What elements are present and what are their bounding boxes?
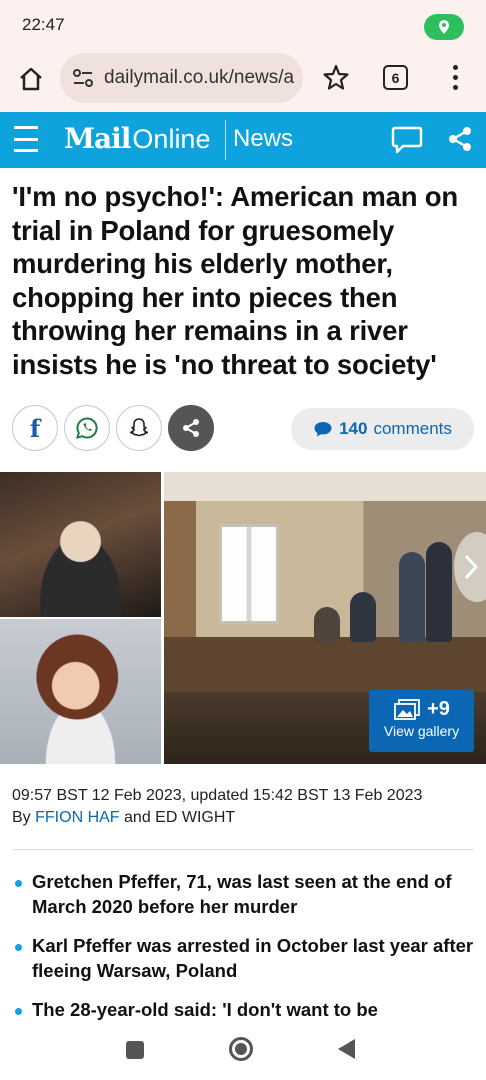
share-icon[interactable] — [447, 125, 473, 153]
author-2: ED WIGHT — [155, 809, 236, 826]
gallery-label: View gallery — [383, 723, 460, 739]
tabs-icon[interactable]: 6 — [383, 65, 408, 90]
courtroom-person — [314, 607, 340, 642]
home-button[interactable] — [229, 1037, 253, 1061]
tune-icon[interactable] — [70, 65, 96, 91]
photo-gallery[interactable]: +9 View gallery — [0, 472, 486, 764]
summary-bullet: The 28-year-old said: 'I don't want to b… — [12, 998, 474, 1023]
courtroom-person — [426, 542, 452, 642]
section-name[interactable]: News — [233, 125, 293, 153]
header-divider — [225, 120, 226, 160]
location-icon — [424, 14, 464, 40]
recents-button[interactable] — [126, 1041, 144, 1059]
article-authors: By FFION HAF and ED WIGHT — [12, 807, 478, 829]
author-link-1[interactable]: FFION HAF — [35, 809, 119, 826]
comments-label: comments — [373, 419, 452, 438]
view-gallery-button[interactable]: +9 View gallery — [369, 690, 474, 752]
article-summary: Gretchen Pfeffer, 71, was last seen at t… — [12, 870, 474, 1038]
by-label: By — [12, 809, 31, 826]
summary-bullet: Karl Pfeffer was arrested in October las… — [12, 934, 474, 983]
article-timestamp: 09:57 BST 12 Feb 2023, updated 15:42 BST… — [12, 787, 423, 804]
snapchat-icon — [129, 418, 149, 437]
photo-suspect[interactable] — [0, 472, 161, 617]
system-nav-bar — [0, 1022, 486, 1080]
facebook-share-button[interactable]: f — [12, 405, 58, 451]
site-logo[interactable]: Mail Online — [64, 122, 210, 155]
share-icon — [183, 419, 199, 437]
article-byline: 09:57 BST 12 Feb 2023, updated 15:42 BST… — [12, 785, 478, 829]
chat-icon[interactable] — [391, 125, 423, 155]
status-time: 22:47 — [22, 15, 65, 34]
comment-bubble-icon — [314, 422, 332, 437]
address-bar[interactable]: dailymail.co.uk/news/a — [60, 53, 303, 103]
gallery-count: +9 — [427, 698, 450, 720]
overflow-menu-icon[interactable] — [445, 62, 465, 92]
status-bar: 22:47 — [0, 0, 486, 50]
hamburger-icon[interactable] — [14, 126, 38, 152]
snapchat-share-button[interactable] — [116, 405, 162, 451]
courtroom-person — [350, 592, 376, 642]
courtroom-person — [399, 552, 425, 642]
browser-toolbar: dailymail.co.uk/news/a 6 — [0, 50, 486, 112]
more-share-button[interactable] — [168, 405, 214, 451]
courtroom-window — [219, 524, 279, 624]
back-button[interactable] — [338, 1039, 355, 1059]
star-icon[interactable] — [321, 62, 351, 92]
logo-mail: Mail — [64, 122, 131, 155]
divider — [12, 849, 474, 850]
social-share-row: f 140 comments — [12, 405, 474, 453]
whatsapp-icon — [76, 417, 98, 439]
photo-victim[interactable] — [0, 619, 161, 764]
summary-bullet: Gretchen Pfeffer, 71, was last seen at t… — [12, 870, 474, 919]
chevron-right-icon — [464, 554, 479, 580]
url-text: dailymail.co.uk/news/a — [104, 67, 295, 88]
gallery-icon — [394, 698, 420, 720]
comments-count: 140 — [339, 419, 368, 438]
home-icon[interactable] — [16, 64, 46, 94]
and-label: and — [124, 809, 151, 826]
facebook-icon: f — [29, 413, 41, 443]
article-headline: 'I'm no psycho!': American man on trial … — [12, 181, 458, 380]
gallery-next-button[interactable] — [454, 532, 486, 602]
logo-online: Online — [132, 124, 211, 154]
comments-button[interactable]: 140 comments — [291, 408, 474, 450]
site-header: Mail Online News — [0, 112, 486, 168]
whatsapp-share-button[interactable] — [64, 405, 110, 451]
courtroom-bench — [164, 637, 486, 692]
